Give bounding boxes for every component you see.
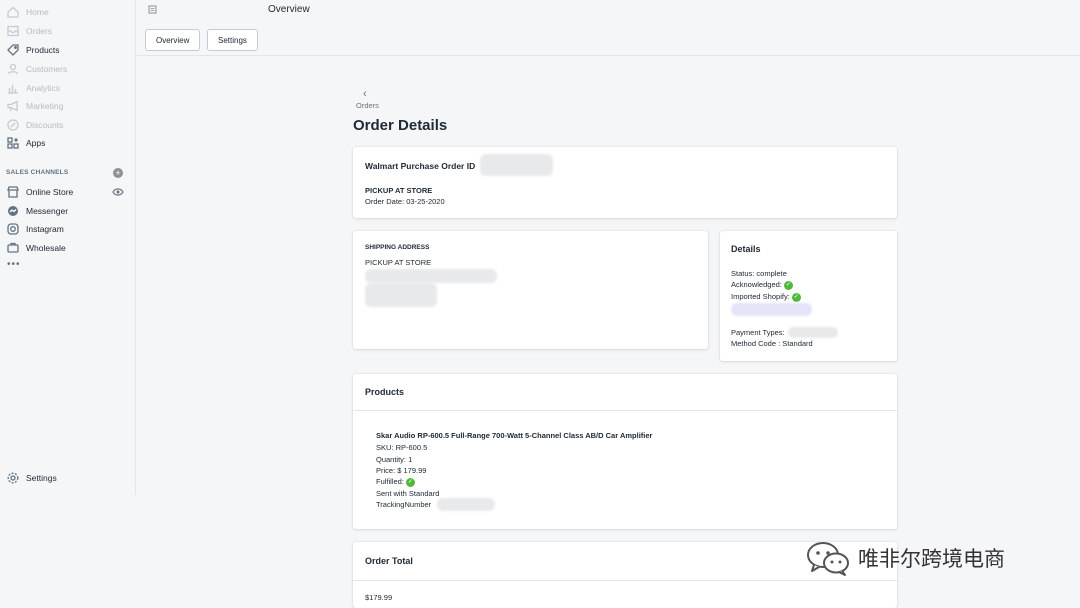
products-title: Products	[365, 387, 405, 397]
sidebar-item-apps[interactable]: Apps	[6, 135, 130, 151]
tab-overview[interactable]: Overview	[145, 29, 201, 51]
check-icon: ✓	[783, 280, 793, 290]
imported-shopify-row: Imported Shopify: ✓	[731, 292, 801, 302]
redacted-address-line	[365, 269, 497, 283]
sent-with: Sent with Standard	[376, 489, 440, 498]
orders-icon	[6, 25, 19, 38]
sidebar: Home Orders Products Customers Analytics…	[0, 0, 136, 495]
redacted-address-block	[365, 283, 437, 307]
gear-icon	[6, 472, 19, 485]
back-arrow-icon[interactable]: ‹	[363, 88, 367, 100]
top-bar: Overview Overview Settings	[137, 0, 1080, 56]
sidebar-item-label: Orders	[26, 26, 52, 36]
tab-settings[interactable]: Settings	[207, 29, 258, 51]
products-card: Products Skar Audio RP-600.5 Full-Range …	[353, 374, 897, 529]
sidebar-item-label: Messenger	[26, 206, 69, 216]
product-quantity: Quantity: 1	[376, 455, 413, 464]
order-total-title: Order Total	[365, 556, 413, 566]
sales-channels-title: SALES CHANNELS	[6, 169, 69, 176]
wechat-logo-icon	[807, 542, 849, 576]
sidebar-item-customers[interactable]: Customers	[6, 61, 130, 77]
wholesale-icon	[6, 242, 19, 255]
more-channels-button[interactable]: •••	[7, 259, 21, 270]
watermark: 唯非尔跨境电商	[806, 540, 1005, 576]
product-price: Price: $ 179.99	[376, 466, 427, 475]
sidebar-item-home[interactable]: Home	[6, 4, 130, 20]
divider	[353, 410, 897, 411]
add-channel-button[interactable]: +	[113, 168, 123, 178]
watermark-text: 唯非尔跨境电商	[858, 547, 1005, 571]
fulfilled-label: Fulfilled:	[376, 477, 404, 486]
sidebar-item-products[interactable]: Products	[6, 42, 130, 58]
check-icon: ✓	[405, 477, 415, 487]
discount-icon	[6, 119, 19, 132]
status-text: Status: complete	[731, 269, 787, 278]
sidebar-item-label: Wholesale	[26, 243, 66, 253]
sidebar-item-label: Home	[26, 7, 49, 17]
sidebar-item-instagram[interactable]: Instagram	[6, 221, 130, 237]
sidebar-item-label: Discounts	[26, 120, 64, 130]
sidebar-item-messenger[interactable]: Messenger	[6, 203, 130, 219]
divider	[353, 580, 897, 581]
sidebar-item-orders[interactable]: Orders	[6, 23, 130, 39]
fulfilled-row: Fulfilled: ✓	[376, 477, 415, 487]
sidebar-item-discounts[interactable]: Discounts	[6, 117, 130, 133]
page-title: Order Details	[353, 117, 448, 134]
redacted-shopify-link	[731, 303, 812, 316]
messenger-icon	[6, 205, 19, 218]
sidebar-item-label: Apps	[26, 138, 46, 148]
shipping-address-card: SHIPPING ADDRESS PICKUP AT STORE	[353, 231, 708, 349]
tag-icon	[6, 44, 19, 57]
megaphone-icon	[6, 100, 19, 113]
imported-shopify-label: Imported Shopify:	[731, 292, 790, 301]
redacted-tracking-number	[437, 498, 495, 511]
product-sku: SKU: RP-600.5	[376, 443, 428, 452]
sidebar-item-label: Analytics	[26, 83, 61, 93]
product-name: Skar Audio RP-600.5 Full-Range 700-Watt …	[376, 431, 653, 440]
method-code: Method Code : Standard	[731, 339, 813, 348]
details-title: Details	[731, 244, 761, 254]
details-card: Details Status: complete Acknowledged: ✓ …	[720, 231, 897, 361]
app-icon	[148, 5, 157, 14]
sidebar-item-label: Settings	[26, 473, 57, 483]
person-icon	[6, 63, 19, 76]
sidebar-item-wholesale[interactable]: Wholesale	[6, 240, 130, 256]
check-icon: ✓	[791, 292, 801, 302]
acknowledged-row: Acknowledged: ✓	[731, 280, 793, 290]
purchase-order-label: Walmart Purchase Order ID	[365, 161, 476, 171]
tracking-number-label: TrackingNumber	[376, 500, 432, 509]
acknowledged-label: Acknowledged:	[731, 280, 782, 289]
back-link[interactable]: Orders	[356, 101, 379, 110]
instagram-icon	[6, 223, 19, 236]
order-summary-card: Walmart Purchase Order ID PICKUP AT STOR…	[353, 147, 897, 218]
eye-icon[interactable]	[112, 187, 124, 197]
sidebar-item-label: Marketing	[26, 101, 64, 111]
top-bar-title: Overview	[268, 4, 310, 15]
redacted-payment-type	[788, 327, 838, 338]
sidebar-item-marketing[interactable]: Marketing	[6, 98, 130, 114]
shipping-address-line: PICKUP AT STORE	[365, 258, 432, 267]
apps-icon	[6, 137, 19, 150]
sidebar-item-label: Online Store	[26, 187, 74, 197]
order-date: Order Date: 03-25-2020	[365, 197, 445, 206]
sidebar-item-settings[interactable]: Settings	[6, 470, 130, 486]
sidebar-item-label: Customers	[26, 64, 68, 74]
store-icon	[6, 186, 19, 199]
sidebar-item-label: Instagram	[26, 224, 64, 234]
order-total-amount: $179.99	[365, 593, 393, 602]
bar-chart-icon	[6, 82, 19, 95]
payment-types: Payment Types:	[731, 328, 785, 337]
fulfillment-type: PICKUP AT STORE	[365, 186, 433, 195]
redacted-order-id	[480, 154, 553, 176]
shipping-address-title: SHIPPING ADDRESS	[365, 244, 430, 251]
sidebar-item-label: Products	[26, 45, 60, 55]
sidebar-item-analytics[interactable]: Analytics	[6, 80, 130, 96]
home-icon	[6, 6, 19, 19]
